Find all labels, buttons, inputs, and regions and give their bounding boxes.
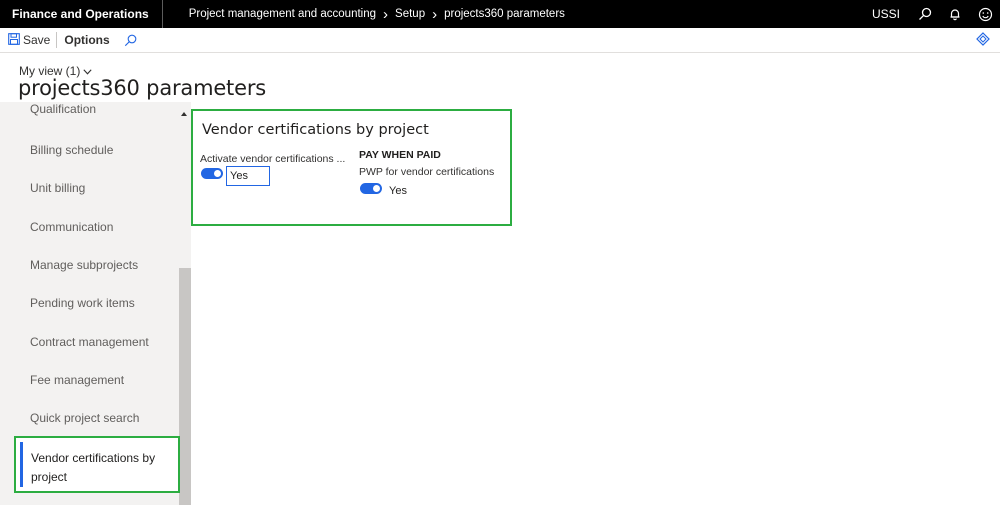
action-pane: Save Options [0, 28, 1000, 53]
nav-item-manage-subprojects[interactable]: Manage subprojects [30, 258, 138, 272]
vendor-certifications-section: Vendor certifications by project Activat… [191, 109, 512, 226]
action-divider [56, 32, 58, 48]
nav-item-unit-billing[interactable]: Unit billing [30, 181, 85, 195]
scroll-up-arrow-icon[interactable] [181, 112, 187, 116]
chevron-right-icon: › [383, 5, 389, 23]
breadcrumb-item-setup[interactable]: Setup [395, 8, 425, 20]
nav-item-fee-management[interactable]: Fee management [30, 373, 124, 387]
save-button[interactable]: Save [0, 28, 50, 53]
nav-item-qualification[interactable]: Qualification [30, 102, 96, 116]
pwp-vendor-certifications-toggle[interactable] [360, 183, 382, 194]
page-title: projects360 parameters [18, 76, 266, 100]
chevron-right-icon: › [432, 5, 438, 23]
nav-item-vendor-certifications[interactable]: Vendor certifications by project [14, 436, 180, 493]
nav-item-label: Vendor certifications by project [31, 451, 156, 484]
smiley-icon[interactable] [970, 0, 1000, 28]
selection-indicator [20, 442, 23, 487]
company-picker[interactable]: USSI [872, 7, 900, 21]
search-icon[interactable] [124, 34, 137, 47]
pay-when-paid-heading: PAY WHEN PAID [359, 149, 441, 161]
diamond-icon[interactable] [976, 32, 990, 49]
search-icon[interactable] [910, 0, 940, 28]
section-title: Vendor certifications by project [202, 122, 429, 138]
top-navigation-bar: Finance and Operations Project managemen… [0, 0, 1000, 28]
breadcrumb: Project management and accounting › Setu… [163, 7, 565, 22]
nav-item-pending-work-items[interactable]: Pending work items [30, 296, 135, 310]
activate-vendor-certifications-toggle[interactable] [201, 168, 223, 179]
nav-item-communication[interactable]: Communication [30, 220, 113, 234]
scrollbar-thumb[interactable] [179, 268, 191, 505]
app-name[interactable]: Finance and Operations [0, 0, 163, 28]
nav-item-billing-schedule[interactable]: Billing schedule [30, 143, 113, 157]
bell-icon[interactable] [940, 0, 970, 28]
breadcrumb-item-page[interactable]: projects360 parameters [444, 8, 565, 20]
pwp-vendor-certifications-value: Yes [389, 185, 407, 197]
nav-item-quick-project-search[interactable]: Quick project search [30, 411, 139, 425]
options-button[interactable]: Options [64, 33, 109, 47]
activate-vendor-certifications-value[interactable]: Yes [226, 166, 270, 186]
breadcrumb-item-module[interactable]: Project management and accounting [189, 8, 376, 20]
save-icon [8, 32, 20, 48]
nav-item-contract-management[interactable]: Contract management [30, 335, 149, 349]
top-right-controls: USSI [872, 0, 1000, 28]
pwp-vendor-certifications-label: PWP for vendor certifications [359, 166, 495, 178]
activate-vendor-certifications-label: Activate vendor certifications ... [200, 153, 346, 165]
save-label: Save [23, 33, 51, 47]
